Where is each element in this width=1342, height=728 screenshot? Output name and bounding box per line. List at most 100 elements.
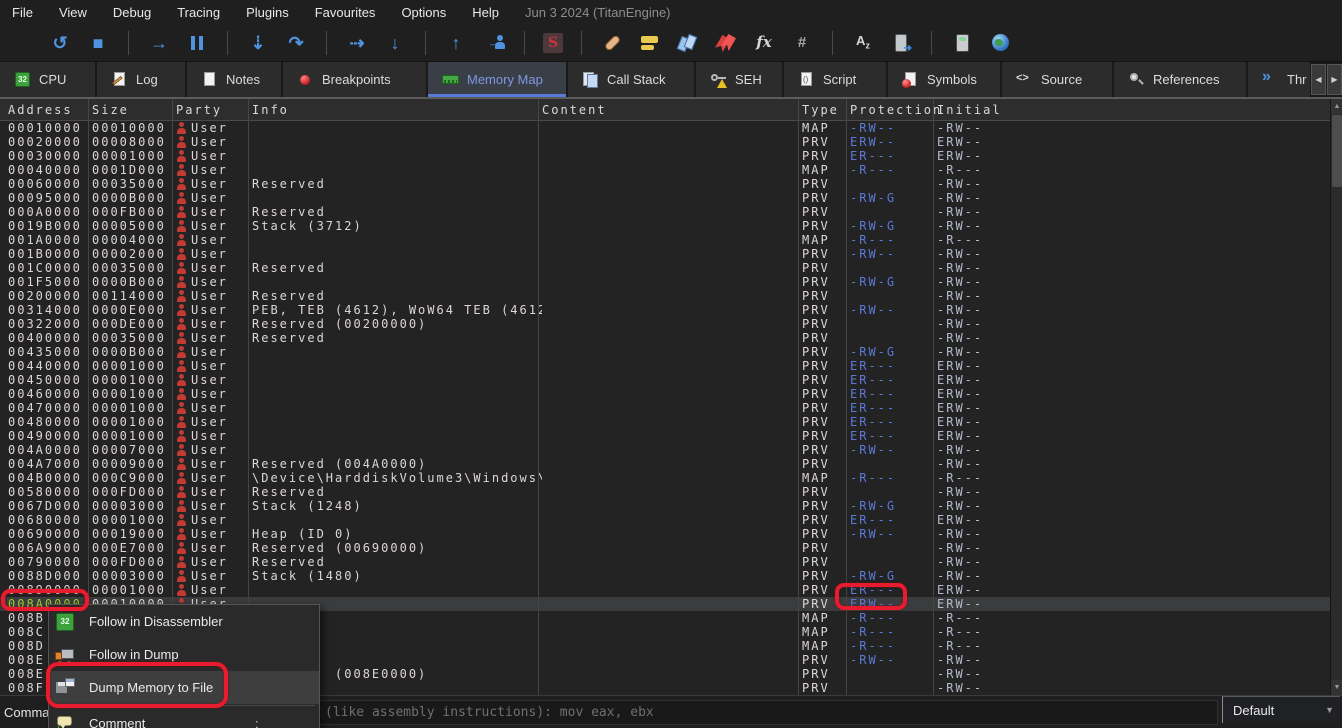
- memory-row-00450000[interactable]: 0045000000001000UserPRVER---ERW--: [0, 373, 1330, 387]
- memory-row-00435000[interactable]: 004350000000B000UserPRV-RW-G-RW--: [0, 345, 1330, 359]
- memory-row-001B0000[interactable]: 001B000000002000UserPRV-RW---RW--: [0, 247, 1330, 261]
- memory-row-004B0000[interactable]: 004B0000000C9000User\Device\HarddiskVolu…: [0, 471, 1330, 485]
- globe-icon[interactable]: [988, 31, 1012, 55]
- column-header-party[interactable]: Party: [176, 103, 252, 117]
- column-header-content[interactable]: Content: [542, 103, 802, 117]
- memory-row-006A9000[interactable]: 006A9000000E7000UserReserved (00690000)P…: [0, 541, 1330, 555]
- memory-row-00010000[interactable]: 0001000000010000UserMAP-RW---RW--: [0, 121, 1330, 135]
- restart-icon[interactable]: ↺: [48, 31, 72, 55]
- memory-row-00440000[interactable]: 0044000000001000UserPRVER---ERW--: [0, 359, 1330, 373]
- tab-scroll-right-button[interactable]: ▶: [1327, 64, 1342, 95]
- close-icon[interactable]: ■: [86, 31, 110, 55]
- labels-icon[interactable]: [676, 31, 700, 55]
- scroll-up-button[interactable]: ▲: [1331, 99, 1342, 114]
- memory-row-00030000[interactable]: 0003000000001000UserPRVER---ERW--: [0, 149, 1330, 163]
- memory-row-00400000[interactable]: 0040000000035000UserReservedPRV-RW--: [0, 331, 1330, 345]
- menu-help[interactable]: Help: [472, 5, 499, 20]
- memory-row-00200000[interactable]: 0020000000114000UserReservedPRV-RW--: [0, 289, 1330, 303]
- tab-symbols[interactable]: Symbols: [888, 62, 1000, 97]
- menu-view[interactable]: View: [59, 5, 87, 20]
- menu-file[interactable]: File: [12, 5, 33, 20]
- modules-icon[interactable]: ➔: [889, 31, 913, 55]
- pause-icon[interactable]: [185, 31, 209, 55]
- column-header-size[interactable]: Size: [92, 103, 176, 117]
- memory-row-00580000[interactable]: 00580000000FD000UserReservedPRV-RW--: [0, 485, 1330, 499]
- cell-info: [252, 121, 542, 135]
- memory-row-00890000[interactable]: 0089000000001000UserPRVER---ERW--: [0, 583, 1330, 597]
- memory-row-00060000[interactable]: 0006000000035000UserReservedPRV-RW--: [0, 177, 1330, 191]
- tab-label: References: [1153, 72, 1219, 87]
- tab-memory-map[interactable]: Memory Map: [428, 62, 566, 97]
- tab-scroll-left-button[interactable]: ◀: [1311, 64, 1326, 95]
- memory-row-00020000[interactable]: 0002000000008000UserPRVERW--ERW--: [0, 135, 1330, 149]
- memory-row-001C0000[interactable]: 001C000000035000UserReservedPRV-RW--: [0, 261, 1330, 275]
- memory-row-001F5000[interactable]: 001F50000000B000UserPRV-RW-G-RW--: [0, 275, 1330, 289]
- memory-row-004A0000[interactable]: 004A000000007000UserPRV-RW---RW--: [0, 443, 1330, 457]
- memory-row-00790000[interactable]: 00790000000FD000UserReservedPRV-RW--: [0, 555, 1330, 569]
- memory-row-00470000[interactable]: 0047000000001000UserPRVER---ERW--: [0, 401, 1330, 415]
- vertical-scrollbar[interactable]: ▲ ▼: [1330, 99, 1342, 695]
- case-icon[interactable]: Az: [851, 31, 875, 55]
- run-to-user-icon[interactable]: →: [482, 31, 506, 55]
- tab-threads[interactable]: »Thr: [1248, 62, 1310, 97]
- memory-row-00460000[interactable]: 0046000000001000UserPRVER---ERW--: [0, 387, 1330, 401]
- scroll-down-button[interactable]: ▼: [1331, 680, 1342, 695]
- patch-icon[interactable]: [600, 31, 624, 55]
- memory-row-00314000[interactable]: 003140000000E000UserPEB, TEB (4612), WoW…: [0, 303, 1330, 317]
- menu-debug[interactable]: Debug: [113, 5, 151, 20]
- tab-log[interactable]: Log: [97, 62, 185, 97]
- memory-row-000A0000[interactable]: 000A0000000FB000UserReservedPRV-RW--: [0, 205, 1330, 219]
- user-person-icon: [176, 388, 187, 400]
- calculator-icon[interactable]: [950, 31, 974, 55]
- memory-row-0067D000[interactable]: 0067D00000003000UserStack (1248)PRV-RW-G…: [0, 499, 1330, 513]
- memory-row-00322000[interactable]: 00322000000DE000UserReserved (00200000)P…: [0, 317, 1330, 331]
- column-header-type[interactable]: Type: [802, 103, 850, 117]
- memory-row-00480000[interactable]: 0048000000001000UserPRVER---ERW--: [0, 415, 1330, 429]
- open-folder-icon[interactable]: [10, 31, 34, 55]
- column-header-info[interactable]: Info: [252, 103, 542, 117]
- tab-script[interactable]: ()Script: [784, 62, 886, 97]
- fx-icon[interactable]: fx: [752, 31, 776, 55]
- memory-row-00095000[interactable]: 000950000000B000UserPRV-RW-G-RW--: [0, 191, 1330, 205]
- menu-item-label: Follow in Dump: [89, 647, 255, 662]
- step-out-icon[interactable]: ↑: [444, 31, 468, 55]
- profile-dropdown[interactable]: Default ▼: [1222, 696, 1340, 723]
- user-person-icon: [176, 192, 187, 204]
- cell-party: User: [176, 205, 252, 219]
- memory-row-00490000[interactable]: 0049000000001000UserPRVER---ERW--: [0, 429, 1330, 443]
- memory-row-004A7000[interactable]: 004A700000009000UserReserved (004A0000)P…: [0, 457, 1330, 471]
- menu-item-follow-in-disassembler[interactable]: 32Follow in Disassembler: [49, 605, 319, 638]
- column-header-address[interactable]: Address: [8, 103, 92, 117]
- execute-till-return-icon[interactable]: ⇢: [345, 31, 369, 55]
- run-icon[interactable]: →: [147, 31, 171, 55]
- tab-seh[interactable]: SEH: [696, 62, 782, 97]
- tab-notes[interactable]: Notes: [187, 62, 281, 97]
- column-header-initial[interactable]: Initial: [937, 103, 1237, 117]
- tab-source[interactable]: <>Source: [1002, 62, 1112, 97]
- step-source-icon[interactable]: ↓: [383, 31, 407, 55]
- comments-icon[interactable]: [638, 31, 662, 55]
- menu-plugins[interactable]: Plugins: [246, 5, 289, 20]
- hash-icon[interactable]: #: [790, 31, 814, 55]
- memory-row-0019B000[interactable]: 0019B00000005000UserStack (3712)PRV-RW-G…: [0, 219, 1330, 233]
- tab-breakpoints[interactable]: Breakpoints: [283, 62, 426, 97]
- menu-options[interactable]: Options: [401, 5, 446, 20]
- tab-references[interactable]: References: [1114, 62, 1246, 97]
- menu-tracing[interactable]: Tracing: [177, 5, 220, 20]
- memory-row-00690000[interactable]: 0069000000019000UserHeap (ID 0)PRV-RW---…: [0, 527, 1330, 541]
- step-into-icon[interactable]: ⇣: [246, 31, 270, 55]
- cell-party: User: [176, 555, 252, 569]
- source-s-icon[interactable]: S: [543, 33, 563, 53]
- step-over-icon[interactable]: ↷: [284, 31, 308, 55]
- tab-cpu[interactable]: 32CPU: [0, 62, 95, 97]
- scrollbar-thumb[interactable]: [1332, 115, 1342, 187]
- memory-row-001A0000[interactable]: 001A000000004000UserMAP-R----R---: [0, 233, 1330, 247]
- memory-row-00680000[interactable]: 0068000000001000UserPRVER---ERW--: [0, 513, 1330, 527]
- memory-row-00040000[interactable]: 000400000001D000UserMAP-R----R---: [0, 163, 1330, 177]
- menu-item-comment[interactable]: +Comment;: [49, 707, 319, 728]
- tab-call-stack[interactable]: Call Stack: [568, 62, 694, 97]
- column-header-protection[interactable]: Protection: [850, 103, 937, 117]
- bookmarks-icon[interactable]: [714, 31, 738, 55]
- menu-favourites[interactable]: Favourites: [315, 5, 376, 20]
- memory-row-0088D000[interactable]: 0088D00000003000UserStack (1480)PRV-RW-G…: [0, 569, 1330, 583]
